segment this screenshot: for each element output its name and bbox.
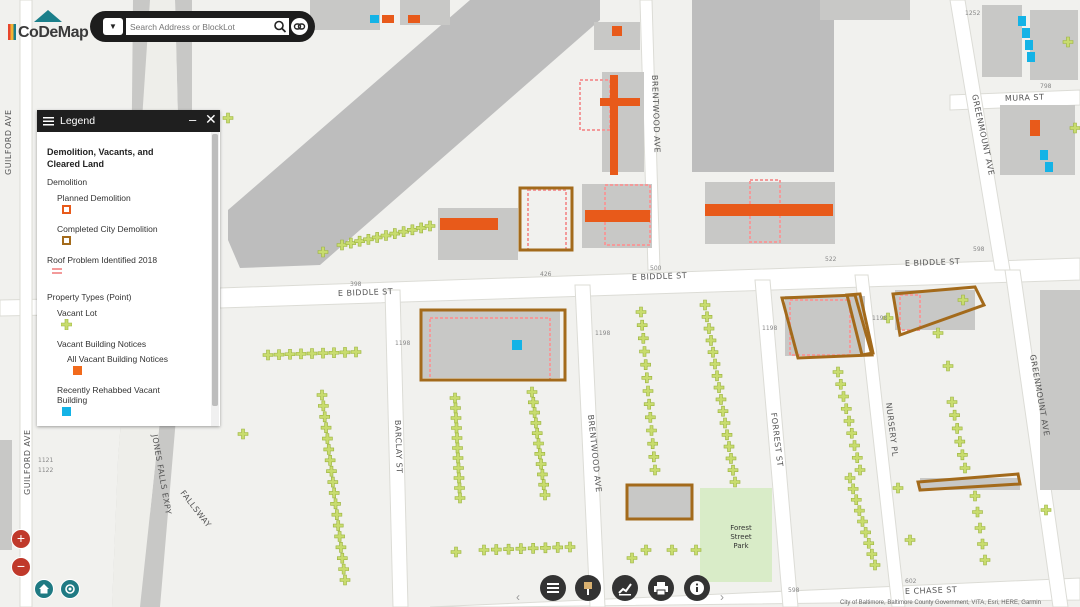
address-label: 602 [905,578,917,585]
toolbar-legend-button[interactable] [540,575,566,601]
address-label: 1198 [395,340,410,347]
legend-layer-title: Demolition, Vacants, and Cleared Land [47,147,154,169]
search-bar: ▼ [90,11,315,42]
street-label-barclay: BARCLAY ST [393,420,404,474]
minimize-button[interactable]: – [189,112,196,127]
address-label: 426 [540,271,552,278]
completed-demolition-swatch [62,236,71,245]
legend-demolition-header: Demolition [47,177,88,187]
address-label: 598 [973,246,985,253]
street-label-chase: E CHASE ST [905,585,958,596]
address-label: 1198 [872,315,887,322]
address-label: 598 [788,587,800,594]
roof-problem-swatch [52,267,62,274]
vacant-lot-swatch [61,319,72,330]
address-label: 522 [825,256,837,263]
toolbar-measure-button[interactable] [575,575,601,601]
legend-icon [547,583,559,593]
link-icon [293,23,306,30]
chart-icon [618,583,632,596]
logo-text: CoDeMap [18,24,89,41]
park-label-1: Forest [730,524,752,532]
legend-header[interactable]: Legend – ✕ [37,110,220,132]
search-button[interactable] [271,18,289,35]
toolbar-prev-arrow[interactable]: ‹ [516,590,520,604]
address-label: 798 [1040,83,1052,90]
street-label-guilford-2: GUILFORD AVE [23,429,32,495]
park-label-3: Park [733,542,749,550]
address-label: 1252 [965,10,980,17]
legend-completed-demolition: Completed City Demolition [57,224,158,234]
measure-icon [584,582,592,595]
legend-body: Demolition, Vacants, and Cleared Land De… [37,132,210,426]
search-input[interactable] [126,18,271,35]
locate-icon [65,584,75,594]
street-label-guilford-1: GUILFORD AVE [4,109,13,175]
magnifier-icon [274,20,287,33]
search-dropdown-button[interactable]: ▼ [103,18,123,35]
street-label-mura: MURA ST [1005,93,1045,103]
info-icon [690,581,704,595]
address-label: 1198 [595,330,610,337]
print-icon [654,582,668,596]
home-icon [39,584,49,594]
zoom-out-button[interactable]: − [11,557,31,577]
park-label-2: Street [730,533,752,541]
legend-scrollbar[interactable] [211,132,219,426]
legend-rehabbed: Recently Rehabbed Vacant Building [57,385,160,405]
zoom-in-button[interactable]: + [11,529,31,549]
close-button[interactable]: ✕ [205,111,217,128]
rehab-swatch [62,407,71,416]
toolbar-chart-button[interactable] [612,575,638,601]
codemap-logo[interactable]: CoDeMap [4,10,89,44]
toolbar-print-button[interactable] [648,575,674,601]
house-logo-icon [34,10,62,22]
legend-title: Legend [60,115,96,127]
logo-bars-icon [8,24,16,40]
address-label: 1121 [38,457,53,464]
toolbar-next-arrow[interactable]: › [720,590,724,604]
legend-planned-demolition: Planned Demolition [57,193,131,203]
legend-vacant-lot: Vacant Lot [57,308,98,318]
address-label: 1122 [38,467,53,474]
legend-roof-problem: Roof Problem Identified 2018 [47,255,158,265]
address-label: 398 [350,281,362,288]
vbn-swatch [73,366,82,375]
map-attribution: City of Baltimore, Baltimore County Gove… [840,600,1041,606]
legend-panel: Legend – ✕ Demolition, Vacants, and Clea… [37,110,220,426]
legend-scroll-thumb[interactable] [212,134,218,406]
locate-button[interactable] [60,579,80,599]
legend-list-icon [43,117,54,126]
share-link-button[interactable] [291,18,308,35]
address-label: 500 [650,265,662,272]
legend-vbn-header: Vacant Building Notices [57,339,147,349]
legend-all-vbn: All Vacant Building Notices [67,354,168,364]
planned-demolition-swatch [62,205,71,214]
toolbar-info-button[interactable] [684,575,710,601]
address-label: 1198 [762,325,777,332]
home-button[interactable] [34,579,54,599]
legend-property-types: Property Types (Point) [47,292,132,302]
